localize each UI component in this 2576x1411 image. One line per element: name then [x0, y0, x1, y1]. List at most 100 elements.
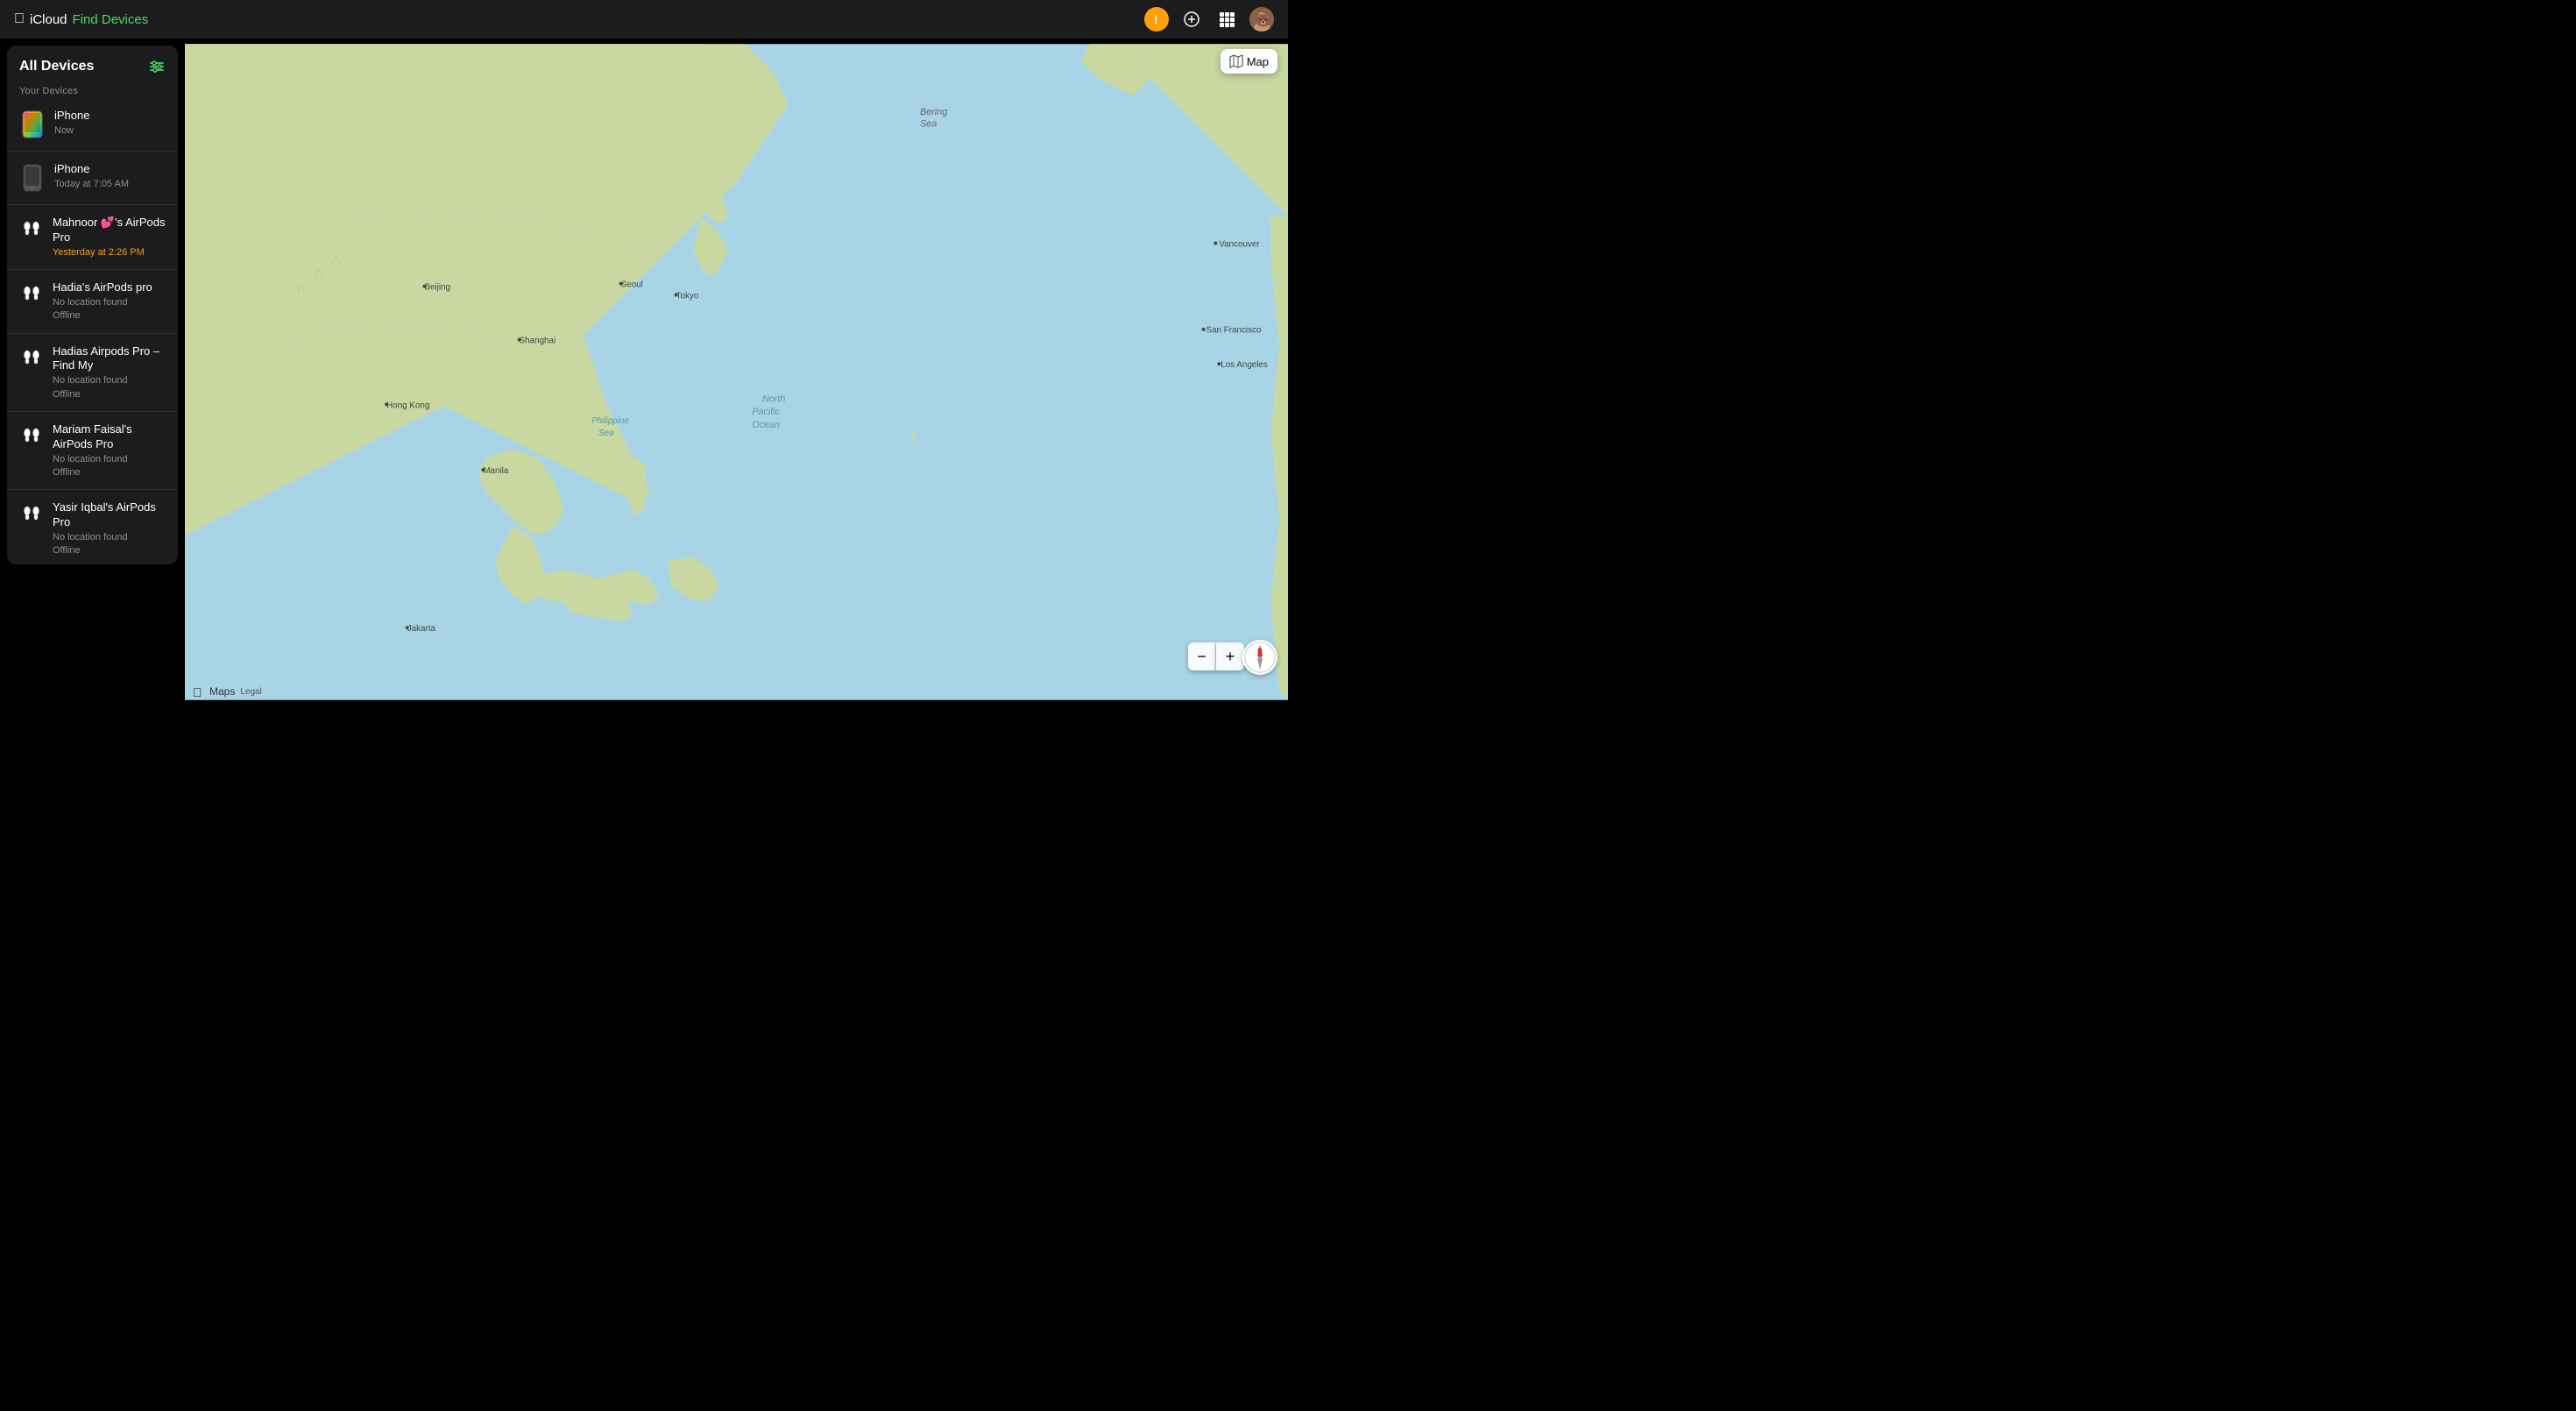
device-item-iphone-1[interactable]: iPhone Now: [7, 102, 178, 147]
svg-text:!: !: [1154, 12, 1158, 26]
divider-3: [7, 269, 178, 270]
grid-icon: [1219, 11, 1235, 27]
airpods-svg-5: [19, 500, 44, 525]
divider-1: [7, 151, 178, 152]
airpods-icon-4: [19, 422, 44, 447]
svg-text:Tokyo: Tokyo: [676, 291, 699, 301]
device-name-iphone-1: iPhone: [54, 109, 166, 124]
svg-text:Seoul: Seoul: [621, 280, 643, 290]
svg-text:Jakarta: Jakarta: [407, 624, 436, 634]
svg-text:North: North: [762, 394, 785, 404]
svg-text:Shanghai: Shanghai: [520, 337, 556, 346]
iphone-gray-svg: [23, 164, 42, 192]
device-name-airpods-2: Hadia's AirPods pro: [53, 280, 166, 295]
iphone-gray-icon: [19, 162, 46, 194]
divider-2: [7, 204, 178, 205]
airpods-icon-3: [19, 344, 44, 369]
maps-brand-label: Maps: [209, 685, 235, 698]
device-item-airpods-2[interactable]: Hadia's AirPods pro No location found Of…: [7, 273, 178, 329]
svg-text:Los Angeles: Los Angeles: [1221, 360, 1268, 370]
apple-logo-icon: : [14, 11, 25, 27]
device-name-airpods-5: Yasir Iqbal's AirPods Pro: [53, 500, 166, 530]
header-right: !: [1144, 7, 1274, 32]
filter-icon: [148, 58, 166, 75]
svg-text:Beijing: Beijing: [424, 283, 450, 293]
iphone-colorful-icon: [19, 109, 46, 140]
airpods-icon-1: [19, 216, 44, 240]
device-item-airpods-3[interactable]: Hadias Airpods Pro – Find My No location…: [7, 337, 178, 408]
divider-4: [7, 333, 178, 334]
device-status-iphone-2: Today at 7:05 AM: [54, 178, 166, 190]
avatar[interactable]: 🐻: [1249, 7, 1274, 32]
notification-button[interactable]: !: [1144, 7, 1169, 32]
map-toggle-icon: [1229, 54, 1243, 68]
zoom-in-button[interactable]: +: [1216, 642, 1244, 670]
compass[interactable]: N: [1242, 640, 1277, 675]
device-status-airpods-2a: No location found: [53, 296, 166, 308]
zoom-out-button[interactable]: −: [1188, 642, 1216, 670]
device-status-iphone-1: Now: [54, 124, 166, 137]
avatar-image: 🐻: [1249, 7, 1274, 32]
svg-text:Sea: Sea: [920, 119, 937, 130]
map-svg: Bering Sea Vancouver Beijing Seoul Tokyo…: [185, 39, 1288, 706]
maps-footer:  Maps Legal: [192, 684, 262, 698]
iphone-colorful-svg: [22, 110, 43, 138]
device-item-iphone-2[interactable]: iPhone Today at 7:05 AM: [7, 155, 178, 201]
device-item-airpods-4[interactable]: Mariam Faisal's AirPods Pro No location …: [7, 415, 178, 486]
sidebar-title: All Devices: [19, 59, 94, 74]
divider-5: [7, 411, 178, 412]
svg-text:Pacific: Pacific: [752, 407, 780, 417]
svg-text:Hong Kong: Hong Kong: [386, 401, 429, 410]
airpods-svg-1: [19, 216, 44, 240]
device-status-airpods-3b: Offline: [53, 388, 166, 401]
filter-button[interactable]: [148, 58, 166, 75]
device-info-airpods-5: Yasir Iqbal's AirPods Pro No location fo…: [53, 500, 166, 557]
airpods-svg-2: [19, 280, 44, 305]
svg-text:: : [193, 685, 202, 698]
apple-logo-maps: : [192, 684, 206, 698]
maps-logo:  Maps: [192, 684, 235, 698]
device-item-airpods-5[interactable]: Yasir Iqbal's AirPods Pro No location fo…: [7, 493, 178, 564]
device-status-airpods-4a: No location found: [53, 453, 166, 465]
device-status-airpods-3a: No location found: [53, 374, 166, 386]
svg-text:🐻: 🐻: [1256, 12, 1271, 28]
device-status-airpods-1: Yesterday at 2:26 PM: [53, 246, 166, 259]
map-container[interactable]: Bering Sea Vancouver Beijing Seoul Tokyo…: [185, 39, 1288, 706]
airpods-svg-3: [19, 344, 44, 369]
exclamation-icon: !: [1150, 12, 1164, 26]
plus-icon: [1184, 11, 1200, 27]
icloud-text: iCloud: [30, 12, 67, 27]
sidebar-header: All Devices: [7, 46, 178, 82]
device-info-airpods-4: Mariam Faisal's AirPods Pro No location …: [53, 422, 166, 479]
sidebar: All Devices Your Devices: [7, 46, 178, 564]
svg-text:Ocean: Ocean: [752, 420, 780, 430]
device-status-airpods-2b: Offline: [53, 309, 166, 322]
device-info-iphone-1: iPhone Now: [54, 109, 166, 137]
divider-6: [7, 489, 178, 490]
svg-text:San Francisco: San Francisco: [1207, 326, 1262, 336]
device-name-airpods-3: Hadias Airpods Pro – Find My: [53, 344, 166, 374]
zoom-controls: − +: [1188, 642, 1244, 670]
compass-svg: N: [1244, 642, 1276, 673]
device-info-airpods-2: Hadia's AirPods pro No location found Of…: [53, 280, 166, 322]
device-info-airpods-1: Mahnoor 💕's AirPods Pro Yesterday at 2:2…: [53, 216, 166, 259]
svg-text:Manila: Manila: [483, 466, 508, 476]
legal-link[interactable]: Legal: [240, 687, 261, 697]
find-devices-text: Find Devices: [73, 12, 149, 27]
device-name-iphone-2: iPhone: [54, 162, 166, 177]
main-content: All Devices Your Devices: [0, 39, 1288, 706]
device-name-airpods-1: Mahnoor 💕's AirPods Pro: [53, 216, 166, 245]
map-toggle-label: Map: [1247, 55, 1269, 68]
map-toggle-button[interactable]: Map: [1221, 49, 1277, 74]
svg-text:Bering: Bering: [920, 107, 947, 117]
grid-button[interactable]: [1214, 7, 1239, 32]
header-left:  iCloud Find Devices: [14, 11, 148, 27]
section-label: Your Devices: [7, 82, 178, 102]
add-button[interactable]: [1179, 7, 1204, 32]
header:  iCloud Find Devices !: [0, 0, 1288, 39]
svg-text:Philippine: Philippine: [591, 416, 629, 426]
device-item-airpods-1[interactable]: Mahnoor 💕's AirPods Pro Yesterday at 2:2…: [7, 209, 178, 266]
airpods-icon-5: [19, 500, 44, 525]
svg-text:Sea: Sea: [598, 429, 614, 438]
device-status-airpods-5b: Offline: [53, 544, 166, 557]
